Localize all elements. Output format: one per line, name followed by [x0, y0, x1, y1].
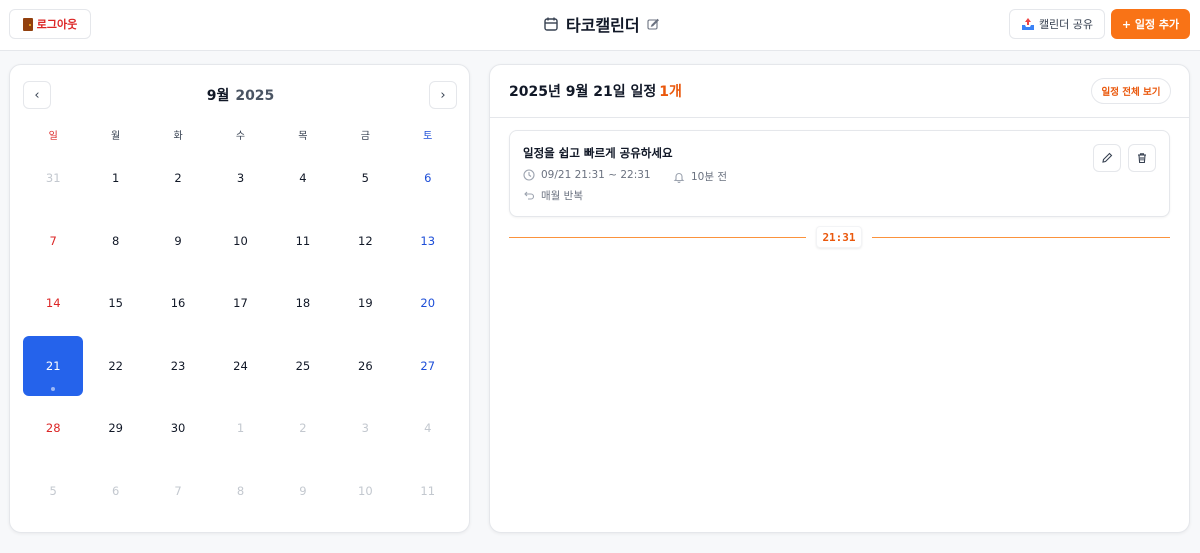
- date-cell[interactable]: 5: [22, 460, 84, 523]
- date-cell[interactable]: 4: [397, 397, 459, 460]
- date-cell[interactable]: 18: [272, 272, 334, 335]
- date-cell-selected[interactable]: 21: [23, 335, 84, 396]
- schedule-header: 2025년 9월 21일 일정 1개 일정 전체 보기: [490, 65, 1189, 118]
- bell-icon: [673, 171, 685, 183]
- weekday-header: 일 월 화 수 목 금 토: [22, 127, 459, 142]
- weekday-tue: 화: [173, 131, 183, 142]
- app-title-group: 타코캘린더: [543, 12, 659, 36]
- date-cell[interactable]: 22: [84, 335, 146, 398]
- date-cell[interactable]: 7: [147, 460, 209, 523]
- current-time-line: [509, 237, 806, 238]
- date-cell[interactable]: 29: [84, 397, 146, 460]
- event-time-row: 09/21 21:31 ~ 22:31: [523, 169, 651, 181]
- add-event-label: + 일정 추가: [1121, 18, 1180, 31]
- date-cell[interactable]: 23: [147, 335, 209, 398]
- schedule-title: 2025년 9월 21일 일정 1개: [509, 81, 682, 101]
- date-cell[interactable]: 7: [22, 210, 84, 273]
- month-label: 9월: [206, 88, 230, 104]
- schedule-panel: 2025년 9월 21일 일정 1개 일정 전체 보기 일정을 쉽고 빠르게 공유…: [489, 64, 1190, 533]
- month-title: 9월 2025: [10, 85, 471, 105]
- share-calendar-button[interactable]: 캘린더 공유: [1009, 9, 1105, 39]
- date-cell[interactable]: 16: [147, 272, 209, 335]
- date-cell[interactable]: 3: [334, 397, 396, 460]
- event-alarm: 10분 전: [691, 171, 728, 183]
- year-label: 2025: [235, 88, 275, 104]
- weekday-sun: 일: [48, 131, 58, 142]
- share-label: 캘린더 공유: [1038, 18, 1094, 31]
- selected-date-label: 21: [45, 358, 61, 373]
- weekday-fri: 금: [360, 131, 370, 142]
- logout-label: 로그아웃: [36, 18, 78, 31]
- delete-event-button[interactable]: [1128, 144, 1156, 172]
- date-cell[interactable]: 9: [272, 460, 334, 523]
- current-time-line: [872, 237, 1170, 238]
- date-cell[interactable]: 31: [22, 147, 84, 210]
- event-repeat: 매월 반복: [541, 190, 583, 202]
- date-cell[interactable]: 3: [209, 147, 271, 210]
- app-header: 로그아웃 타코캘린더 캘린더 공유 + 일정 추가: [0, 0, 1200, 51]
- event-time: 09/21 21:31 ~ 22:31: [541, 169, 651, 181]
- event-repeat-row: 매월 반복: [523, 188, 583, 203]
- date-cell[interactable]: 2: [147, 147, 209, 210]
- event-count-badge: 1개: [659, 84, 682, 100]
- event-dot-icon: [51, 387, 56, 391]
- date-cell[interactable]: 26: [334, 335, 396, 398]
- date-grid: 31 1 2 3 4 5 6 7 8 9 10 11 12 13 14 15 1…: [22, 147, 459, 522]
- date-cell[interactable]: 1: [84, 147, 146, 210]
- date-cell[interactable]: 2: [272, 397, 334, 460]
- date-cell[interactable]: 10: [334, 460, 396, 523]
- trash-icon: [1136, 152, 1148, 164]
- date-cell[interactable]: 24: [209, 335, 271, 398]
- door-icon: [22, 17, 33, 31]
- date-cell[interactable]: 15: [84, 272, 146, 335]
- weekday-thu: 목: [298, 131, 308, 142]
- calendar-icon: [543, 16, 559, 32]
- app-title: 타코캘린더: [566, 16, 640, 35]
- date-cell[interactable]: 11: [397, 460, 459, 523]
- weekday-mon: 월: [111, 131, 121, 142]
- date-cell[interactable]: 4: [272, 147, 334, 210]
- clock-icon: [523, 169, 535, 181]
- event-alarm-row: 10분 전: [673, 169, 727, 184]
- date-cell[interactable]: 6: [84, 460, 146, 523]
- event-title: 일정을 쉽고 빠르게 공유하세요: [523, 146, 673, 160]
- weekday-wed: 수: [235, 131, 246, 142]
- date-cell[interactable]: 14: [22, 272, 84, 335]
- calendar-panel: ‹ 9월 2025 › 일 월 화 수 목 금 토 31 1 2 3 4 5 6 …: [9, 64, 470, 533]
- current-time-badge: 21:31: [816, 226, 862, 248]
- edit-title-icon[interactable]: [647, 18, 659, 30]
- date-cell[interactable]: 17: [209, 272, 271, 335]
- date-cell[interactable]: 28: [22, 397, 84, 460]
- date-cell[interactable]: 12: [334, 210, 396, 273]
- date-cell[interactable]: 1: [209, 397, 271, 460]
- date-cell[interactable]: 19: [334, 272, 396, 335]
- date-cell[interactable]: 8: [84, 210, 146, 273]
- date-cell[interactable]: 5: [334, 147, 396, 210]
- weekday-sat: 토: [423, 131, 433, 142]
- edit-event-button[interactable]: [1093, 144, 1121, 172]
- date-cell[interactable]: 8: [209, 460, 271, 523]
- date-cell[interactable]: 13: [397, 210, 459, 273]
- date-cell[interactable]: 11: [272, 210, 334, 273]
- repeat-icon: [523, 190, 535, 202]
- next-month-button[interactable]: ›: [429, 81, 457, 109]
- share-icon: [1021, 17, 1035, 31]
- date-cell[interactable]: 27: [397, 335, 459, 398]
- schedule-date-label: 2025년 9월 21일 일정: [509, 84, 657, 100]
- event-card[interactable]: 일정을 쉽고 빠르게 공유하세요 09/21 21:31 ~ 22:31 10분…: [509, 130, 1170, 217]
- date-cell[interactable]: 25: [272, 335, 334, 398]
- date-cell[interactable]: 20: [397, 272, 459, 335]
- date-cell[interactable]: 9: [147, 210, 209, 273]
- date-cell[interactable]: 6: [397, 147, 459, 210]
- logout-button[interactable]: 로그아웃: [9, 9, 91, 39]
- add-event-button[interactable]: + 일정 추가: [1111, 9, 1190, 39]
- view-all-events-button[interactable]: 일정 전체 보기: [1091, 78, 1171, 104]
- date-cell[interactable]: 30: [147, 397, 209, 460]
- date-cell[interactable]: 10: [209, 210, 271, 273]
- pencil-icon: [1101, 152, 1113, 164]
